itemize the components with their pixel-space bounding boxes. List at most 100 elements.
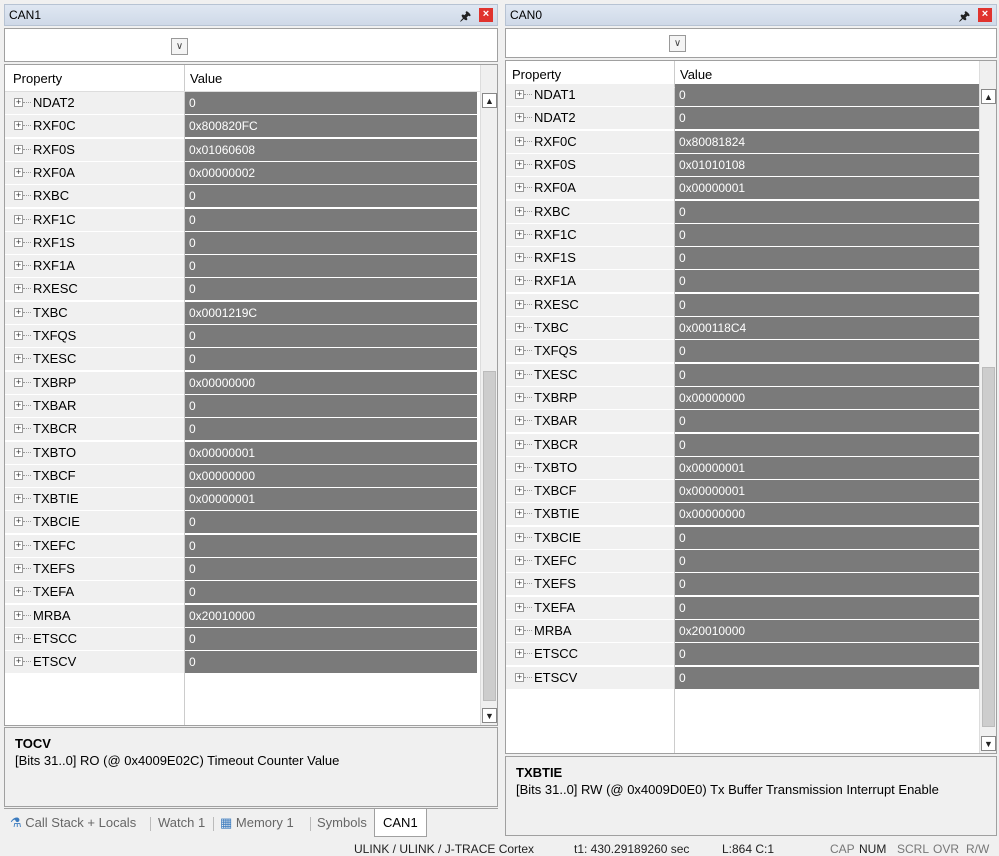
expand-icon[interactable]: + <box>14 564 23 573</box>
expand-icon[interactable]: + <box>515 136 524 146</box>
property-value[interactable]: 0 <box>675 596 979 619</box>
tab-call-stack[interactable]: ⚗ Call Stack + Locals <box>10 815 136 831</box>
table-row[interactable]: + TXBTO 0x00000001 <box>5 441 477 465</box>
property-value[interactable]: 0x20010000 <box>185 604 477 627</box>
property-cell[interactable]: + RXF0S <box>5 138 184 161</box>
property-cell[interactable]: + RXF0A <box>5 161 184 184</box>
table-row[interactable]: + RXF1C 0 <box>506 223 979 247</box>
expand-icon[interactable]: + <box>515 253 524 263</box>
chevron-down-icon[interactable]: ∨ <box>669 35 686 52</box>
property-value[interactable]: 0 <box>675 84 979 106</box>
property-cell[interactable]: + MRBA <box>506 619 674 642</box>
scroll-up-icon[interactable]: ▲ <box>981 89 996 104</box>
table-row[interactable]: + RXF0A 0x00000001 <box>506 177 979 200</box>
table-row[interactable]: + RXBC 0 <box>506 200 979 224</box>
table-row[interactable]: + TXEFA 0 <box>506 596 979 620</box>
expand-icon[interactable]: + <box>515 602 524 612</box>
table-row[interactable]: + TXBRP 0x00000000 <box>506 386 979 410</box>
expand-icon[interactable]: + <box>515 509 524 519</box>
property-value[interactable]: 0 <box>185 208 477 231</box>
property-cell[interactable]: + TXBAR <box>506 410 674 433</box>
expand-icon[interactable]: + <box>515 299 524 309</box>
property-cell[interactable]: + RXF1C <box>506 223 674 246</box>
property-value[interactable]: 0 <box>185 651 477 674</box>
table-row[interactable]: + TXBC 0x0001219C <box>5 301 477 325</box>
expand-icon[interactable]: + <box>14 400 23 410</box>
table-row[interactable]: + TXEFC 0 <box>5 534 477 558</box>
expand-icon[interactable]: + <box>515 183 524 193</box>
expand-icon[interactable]: + <box>14 587 23 597</box>
expand-icon[interactable]: + <box>515 276 524 286</box>
expand-icon[interactable]: + <box>14 633 23 643</box>
property-value[interactable]: 0x00000001 <box>675 480 979 503</box>
expand-icon[interactable]: + <box>515 369 524 379</box>
property-cell[interactable]: + RXF1A <box>5 255 184 278</box>
property-cell[interactable]: + TXEFS <box>506 573 674 596</box>
property-cell[interactable]: + MRBA <box>5 604 184 627</box>
table-row[interactable]: + TXBCIE 0 <box>506 526 979 550</box>
tab-watch-1[interactable]: Watch 1 <box>158 815 205 830</box>
column-divider[interactable] <box>184 65 185 91</box>
expand-icon[interactable]: + <box>14 354 23 364</box>
property-value[interactable]: 0x800820FC <box>185 115 477 138</box>
expand-icon[interactable]: + <box>14 214 23 224</box>
property-value[interactable]: 0 <box>675 410 979 433</box>
table-row[interactable]: + TXBCIE 0 <box>5 511 477 534</box>
property-value[interactable]: 0 <box>675 200 979 223</box>
property-cell[interactable]: + RXESC <box>506 293 674 316</box>
table-row[interactable]: + RXF1A 0 <box>5 255 477 278</box>
table-row[interactable]: + TXBTIE 0x00000000 <box>506 503 979 526</box>
property-value[interactable]: 0 <box>185 581 477 604</box>
expand-icon[interactable]: + <box>515 556 524 565</box>
property-cell[interactable]: + TXBC <box>5 301 184 324</box>
close-icon[interactable]: × <box>978 8 992 22</box>
table-row[interactable]: + TXBAR 0 <box>5 394 477 418</box>
table-row[interactable]: + RXF0C 0x800820FC <box>5 115 477 138</box>
property-cell[interactable]: + TXBC <box>506 317 674 339</box>
property-cell[interactable]: + TXBCF <box>506 480 674 503</box>
property-cell[interactable]: + TXBCIE <box>5 511 184 534</box>
property-cell[interactable]: + NDAT2 <box>5 92 184 114</box>
close-icon[interactable]: × <box>479 8 493 22</box>
property-value[interactable]: 0 <box>675 643 979 666</box>
table-row[interactable]: + MRBA 0x20010000 <box>506 619 979 643</box>
property-cell[interactable]: + TXFQS <box>5 325 184 347</box>
table-row[interactable]: + NDAT1 0 <box>506 84 979 107</box>
expand-icon[interactable]: + <box>515 579 524 589</box>
property-cell[interactable]: + TXEFA <box>5 581 184 604</box>
property-cell[interactable]: + TXBTO <box>506 456 674 479</box>
table-row[interactable]: + TXESC 0 <box>5 348 477 371</box>
table-row[interactable]: + RXF1A 0 <box>506 270 979 293</box>
value-column-header[interactable]: Value <box>190 71 222 86</box>
property-cell[interactable]: + NDAT2 <box>506 107 674 130</box>
expand-icon[interactable]: + <box>14 517 23 527</box>
table-row[interactable]: + ETSCV 0 <box>506 666 979 690</box>
expand-icon[interactable]: + <box>515 625 524 635</box>
property-value[interactable]: 0x20010000 <box>675 619 979 642</box>
expand-icon[interactable]: + <box>14 307 23 317</box>
expand-icon[interactable]: + <box>14 121 23 131</box>
table-row[interactable]: + RXF0S 0x01060608 <box>5 138 477 162</box>
property-cell[interactable]: + TXEFC <box>5 534 184 557</box>
property-value[interactable]: 0 <box>675 340 979 363</box>
property-value[interactable]: 0 <box>185 92 477 114</box>
expand-icon[interactable]: + <box>515 323 524 332</box>
property-cell[interactable]: + RXF1A <box>506 270 674 293</box>
property-value[interactable]: 0 <box>185 558 477 580</box>
property-cell[interactable]: + RXF1C <box>5 208 184 231</box>
table-row[interactable]: + RXBC 0 <box>5 185 477 208</box>
property-cell[interactable]: + RXF0C <box>506 130 674 153</box>
property-value[interactable]: 0x00000000 <box>185 371 477 394</box>
property-value[interactable]: 0 <box>675 107 979 130</box>
table-row[interactable]: + TXEFA 0 <box>5 581 477 604</box>
property-value[interactable]: 0x00000002 <box>185 161 477 184</box>
expand-icon[interactable]: + <box>14 167 23 177</box>
scrollbar[interactable]: ▲ ▼ <box>480 65 497 725</box>
property-cell[interactable]: + ETSCV <box>5 651 184 674</box>
table-row[interactable]: + ETSCC 0 <box>506 643 979 666</box>
expand-icon[interactable]: + <box>14 494 23 504</box>
tab-can1[interactable]: CAN1 <box>374 809 427 837</box>
property-cell[interactable]: + TXBRP <box>506 386 674 409</box>
property-cell[interactable]: + TXBTO <box>5 441 184 464</box>
property-cell[interactable]: + ETSCC <box>5 627 184 650</box>
